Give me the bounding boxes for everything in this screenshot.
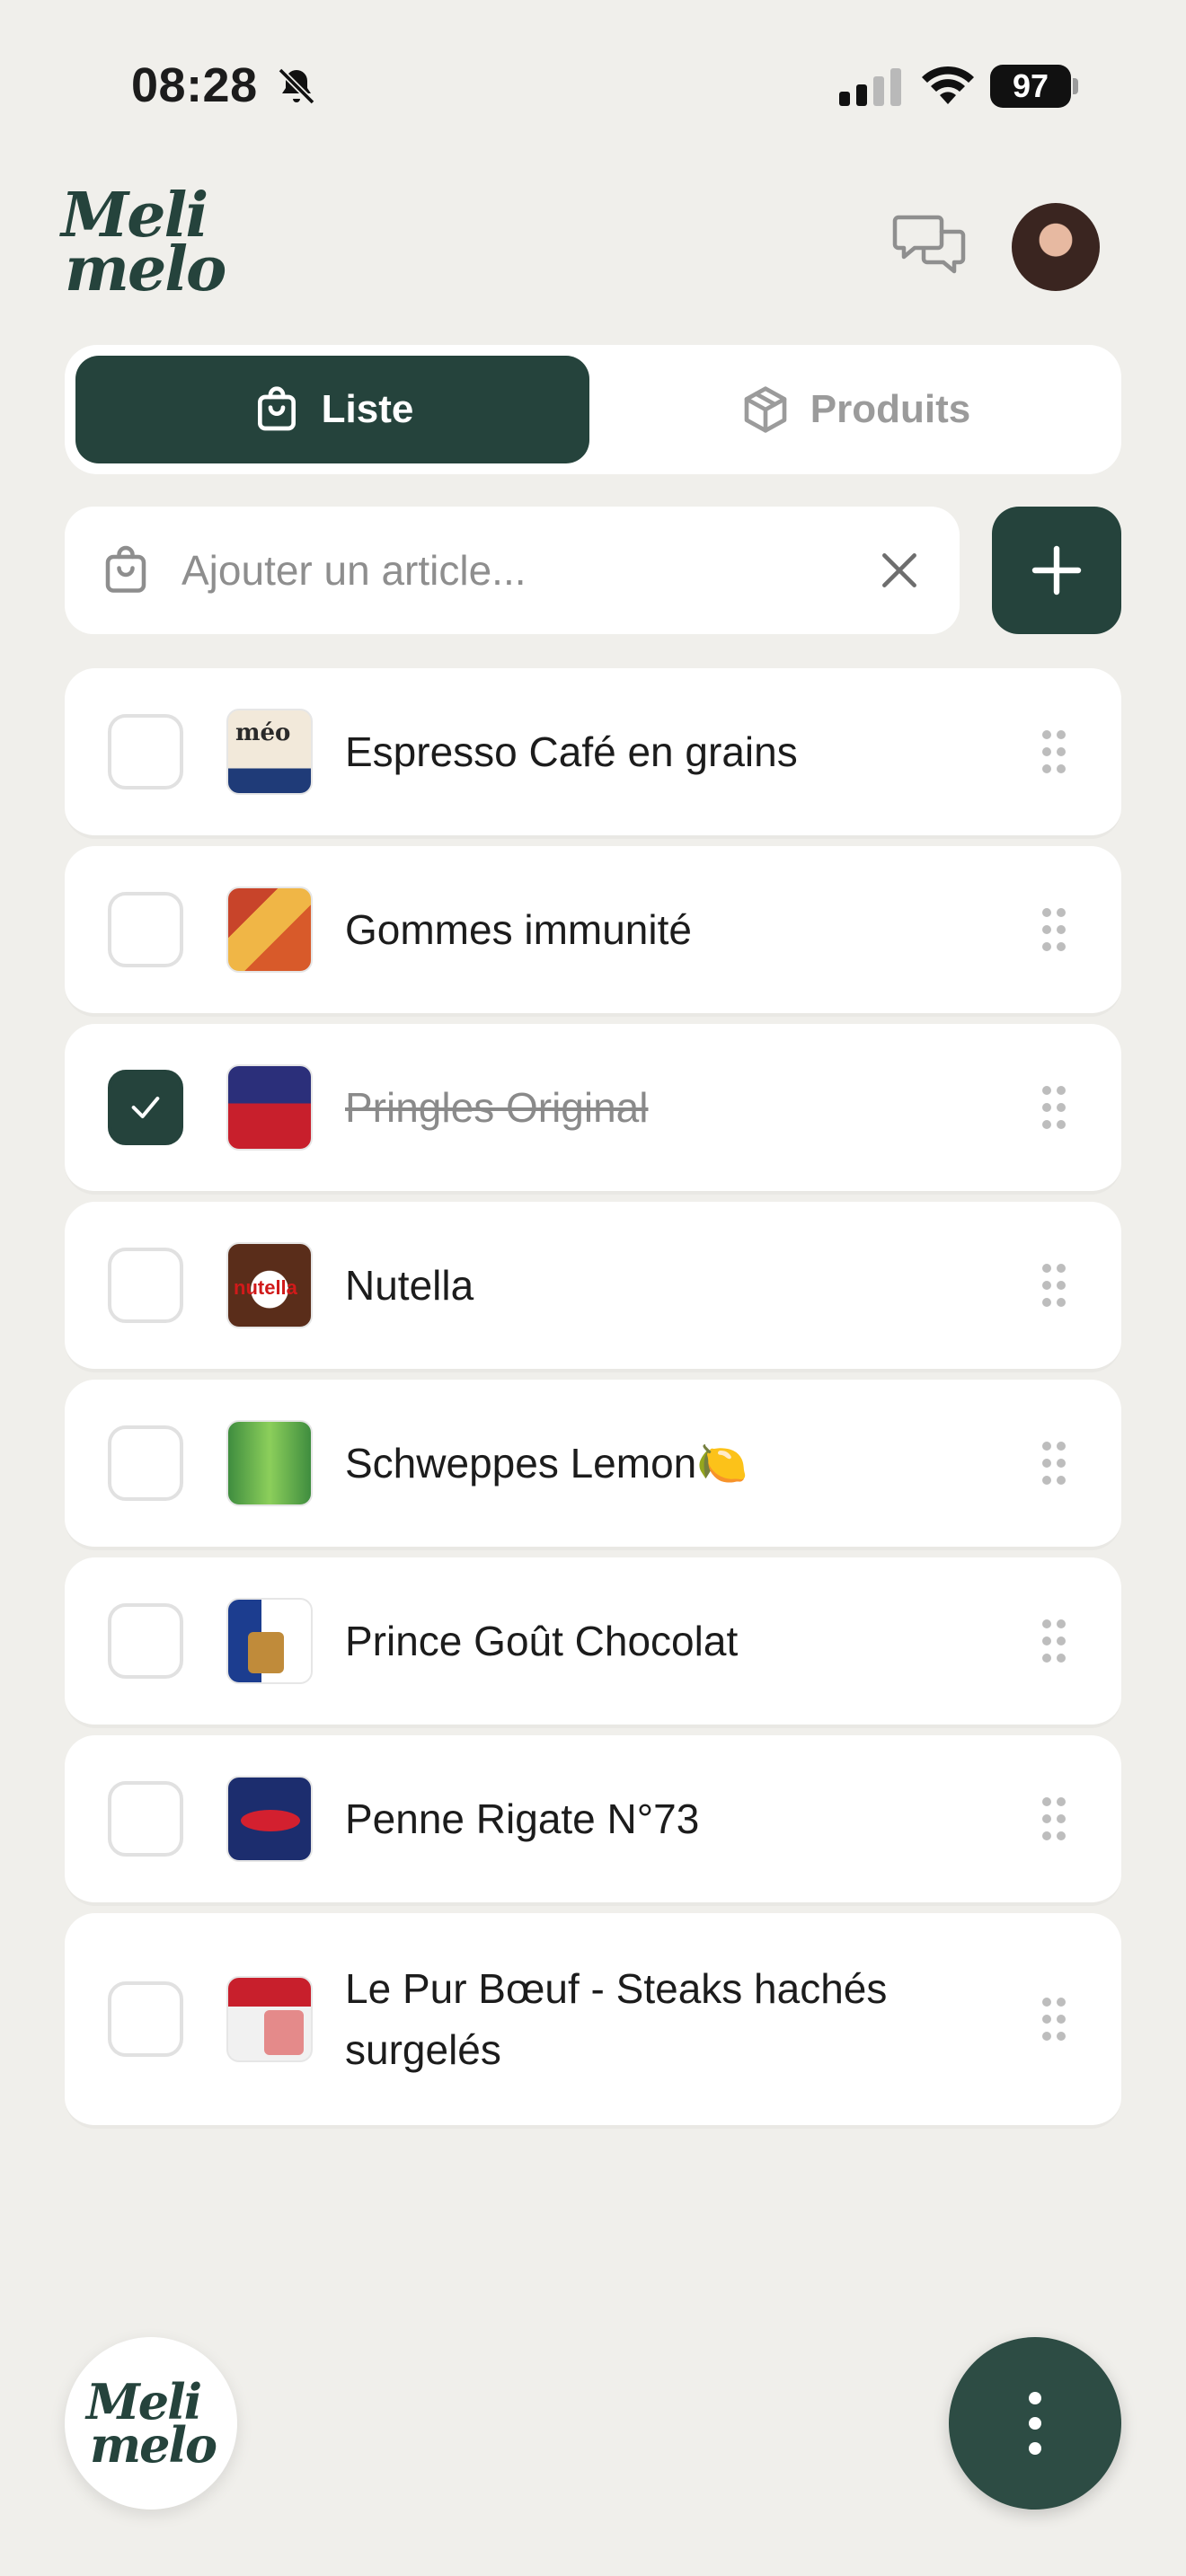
list-item[interactable]: Gommes immunité [65, 846, 1121, 1017]
list-item[interactable]: Pringles Original [65, 1024, 1121, 1195]
tab-liste-label: Liste [321, 387, 414, 431]
shopping-bag-icon [257, 386, 296, 431]
drag-handle-icon[interactable] [1040, 1262, 1067, 1309]
thumb-brand-text: méo [235, 719, 291, 746]
add-item-field [65, 507, 960, 634]
package-icon [744, 386, 787, 433]
plus-icon [1031, 545, 1082, 595]
user-avatar[interactable] [1012, 203, 1100, 291]
item-checkbox[interactable] [108, 714, 183, 790]
thumb-biscuit [248, 1632, 284, 1673]
logo-fab-button[interactable]: Meli melo [65, 2337, 237, 2510]
thumb-brand-text: nutella [234, 1276, 297, 1299]
app-screen: 08:28 97 Meli melo Liste Produits Ajoute… [0, 0, 1186, 2576]
product-thumbnail [226, 1064, 313, 1151]
app-logo: Meli melo [61, 185, 226, 314]
item-name: Pringles Original [345, 1084, 649, 1131]
drag-handle-icon[interactable] [1040, 728, 1067, 775]
list-item[interactable]: Le Pur Bœuf - Steaks hachés surgelés [65, 1913, 1121, 2129]
drag-handle-icon[interactable] [1040, 906, 1067, 953]
logo-line2: melo [65, 234, 226, 305]
shopping-bag-icon [105, 545, 146, 593]
more-vertical-icon [1029, 2392, 1041, 2455]
close-icon[interactable] [877, 548, 922, 593]
list-item[interactable]: nutella Nutella [65, 1202, 1121, 1372]
shopping-list: méo Espresso Café en grains Gommes immun… [65, 668, 1121, 2136]
more-options-button[interactable] [949, 2337, 1121, 2510]
tab-produits-label: Produits [810, 387, 971, 431]
product-thumbnail: méo [226, 709, 313, 795]
add-item-input[interactable] [181, 534, 900, 607]
product-thumbnail [226, 887, 313, 973]
item-name: Le Pur Bœuf - Steaks hachés surgelés [345, 1965, 888, 2073]
list-item[interactable]: Prince Goût Chocolat [65, 1557, 1121, 1728]
chat-icon[interactable] [891, 208, 969, 286]
item-name: Nutella [345, 1262, 474, 1309]
item-name: Espresso Café en grains [345, 728, 798, 775]
tab-liste[interactable]: Liste [75, 356, 589, 463]
item-checkbox[interactable] [108, 1425, 183, 1501]
product-thumbnail [226, 1598, 313, 1684]
bell-off-icon [278, 67, 315, 105]
thumb-brand-oval [241, 1810, 300, 1831]
status-time: 08:28 [131, 58, 258, 112]
cellular-signal-icon [839, 68, 901, 106]
list-item[interactable]: méo Espresso Café en grains [65, 668, 1121, 839]
item-checkbox[interactable] [108, 1070, 183, 1145]
item-checkbox[interactable] [108, 892, 183, 967]
item-name: Penne Rigate N°73 [345, 1795, 700, 1842]
tab-produits[interactable]: Produits [600, 356, 1111, 463]
product-thumbnail [226, 1420, 313, 1506]
checkmark-icon [131, 1097, 160, 1118]
item-name: Schweppes Lemon🍋 [345, 1440, 748, 1486]
fab-logo-line2: melo [89, 2416, 217, 2474]
thumb-meat [264, 2010, 304, 2055]
item-checkbox[interactable] [108, 1603, 183, 1679]
item-name: Prince Goût Chocolat [345, 1618, 739, 1664]
add-item-button[interactable] [992, 507, 1121, 634]
drag-handle-icon[interactable] [1040, 1084, 1067, 1131]
status-bar: 08:28 97 [0, 0, 1186, 171]
battery-level: 97 [990, 65, 1071, 108]
drag-handle-icon[interactable] [1040, 1996, 1067, 2042]
item-checkbox[interactable] [108, 1248, 183, 1323]
item-name: Gommes immunité [345, 906, 692, 953]
item-checkbox[interactable] [108, 1981, 183, 2057]
wifi-icon [922, 66, 974, 104]
list-item[interactable]: Schweppes Lemon🍋 [65, 1380, 1121, 1550]
drag-handle-icon[interactable] [1040, 1440, 1067, 1486]
list-item[interactable]: Penne Rigate N°73 [65, 1735, 1121, 1906]
item-checkbox[interactable] [108, 1781, 183, 1857]
battery-tip [1073, 78, 1078, 94]
battery-indicator: 97 [990, 65, 1080, 108]
drag-handle-icon[interactable] [1040, 1618, 1067, 1664]
product-thumbnail [226, 1976, 313, 2062]
view-tabs: Liste Produits [65, 345, 1121, 474]
product-thumbnail: nutella [226, 1242, 313, 1328]
drag-handle-icon[interactable] [1040, 1795, 1067, 1842]
product-thumbnail [226, 1776, 313, 1862]
